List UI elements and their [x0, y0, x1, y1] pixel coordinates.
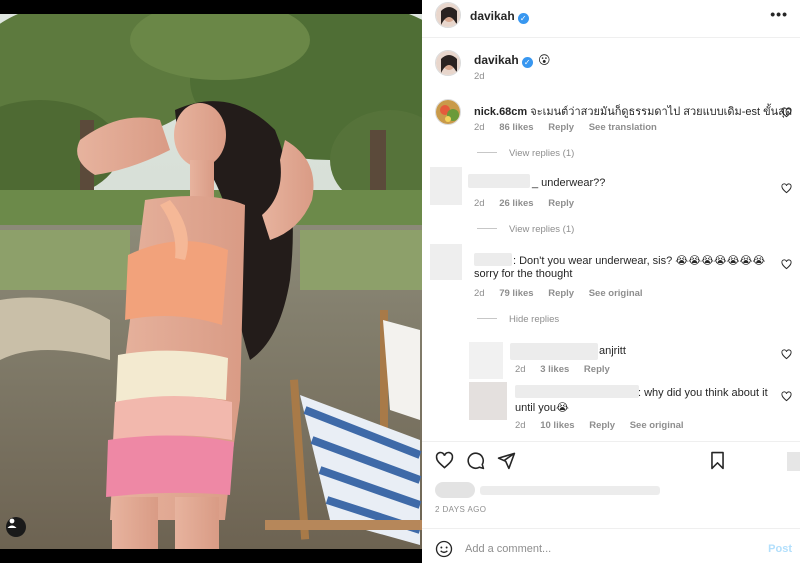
- reply-age: 2d: [515, 364, 526, 375]
- reply-avatar[interactable]: [469, 342, 503, 379]
- reply-button[interactable]: Reply: [548, 122, 574, 133]
- comment-text: nick.68cm จะเมนต์ว่าสวยมันก็ดูธรรมดาไป ส…: [474, 102, 792, 120]
- see-translation-link[interactable]: See translation: [589, 122, 657, 133]
- comment-age: 2d: [474, 198, 485, 209]
- comment-age: 2d: [474, 288, 485, 299]
- reply-body: : why did you think about it: [638, 387, 768, 399]
- see-original-link[interactable]: See original: [630, 420, 684, 431]
- heart-icon[interactable]: [781, 107, 792, 118]
- redacted-username: [515, 385, 639, 398]
- reply-age: 2d: [515, 420, 526, 431]
- comment-avatar[interactable]: [435, 99, 461, 125]
- redacted-username: [468, 174, 530, 188]
- verified-badge-icon: ✓: [521, 57, 533, 68]
- verified-badge-icon: ✓: [517, 13, 529, 24]
- reply-avatar[interactable]: [469, 382, 507, 420]
- redacted-username: [510, 343, 598, 360]
- heart-icon[interactable]: [781, 349, 792, 360]
- caption-text: 😮: [538, 53, 551, 67]
- view-replies-link[interactable]: View replies (1): [477, 148, 574, 159]
- liked-by-text-redacted: [480, 486, 660, 495]
- author-avatar[interactable]: [435, 2, 461, 28]
- comment-age: 2d: [474, 122, 485, 133]
- redacted-username: [474, 253, 512, 266]
- reply-likes[interactable]: 10 likes: [540, 420, 574, 431]
- liker-avatars: [435, 482, 475, 498]
- caption-username[interactable]: davikah: [474, 53, 519, 67]
- heart-icon[interactable]: [435, 451, 454, 470]
- post-actions: [422, 441, 800, 478]
- caption-avatar[interactable]: [435, 50, 461, 76]
- comment-avatar[interactable]: [430, 167, 462, 205]
- reply-button[interactable]: Reply: [589, 420, 615, 431]
- comment-body: จะเมนต์ว่าสวยมันก็ดูธรรมดาไป สวยแบบเดิม-…: [530, 106, 793, 118]
- add-comment-input[interactable]: Add a comment...: [465, 543, 551, 555]
- reply-likes[interactable]: 3 likes: [540, 364, 569, 375]
- post-photo[interactable]: [0, 0, 422, 563]
- heart-icon[interactable]: [781, 183, 792, 194]
- reply-meta: 2d 3 likes Reply: [515, 364, 622, 375]
- reply-button[interactable]: Reply: [584, 364, 610, 375]
- add-comment-bar: Add a comment... Post: [422, 528, 800, 563]
- liked-by-row[interactable]: [435, 480, 735, 500]
- reply-body: anjritt: [599, 345, 626, 357]
- comment-meta: 2d 79 likes Reply See original: [474, 288, 655, 299]
- tagged-user-button[interactable]: [6, 517, 26, 537]
- comment-body: : Don't you wear underwear, sis? 😭😭😭😭😭😭😭: [513, 255, 766, 267]
- author-username-text[interactable]: davikah: [470, 9, 515, 23]
- emoji-icon[interactable]: [435, 540, 453, 558]
- reply-body-line2: until you😭: [515, 402, 569, 414]
- reply-meta: 2d 10 likes Reply See original: [515, 420, 696, 431]
- comment-body-line2: sorry for the thought: [474, 268, 573, 280]
- scroll-edge: [787, 452, 800, 471]
- hide-replies-link[interactable]: Hide replies: [477, 314, 559, 325]
- more-options-icon[interactable]: •••: [770, 6, 788, 22]
- comment-likes[interactable]: 79 likes: [499, 288, 533, 299]
- heart-icon[interactable]: [781, 391, 792, 402]
- comment-meta: 2d 26 likes Reply: [474, 198, 586, 209]
- comment-icon[interactable]: [466, 451, 485, 470]
- post-comment-button[interactable]: Post: [768, 543, 792, 555]
- comment-likes[interactable]: 86 likes: [499, 122, 533, 133]
- comment-likes[interactable]: 26 likes: [499, 198, 533, 209]
- comment-meta: 2d 86 likes Reply See translation: [474, 122, 669, 133]
- post-sidebar: davikah ✓ ••• davikah ✓ 😮 2d nick.68cm จะเ…: [422, 0, 800, 563]
- reply-button[interactable]: Reply: [548, 288, 574, 299]
- post-header: davikah ✓ •••: [422, 0, 800, 38]
- view-replies-link[interactable]: View replies (1): [477, 224, 574, 235]
- comment-username[interactable]: nick.68cm: [474, 106, 527, 118]
- see-original-link[interactable]: See original: [589, 288, 643, 299]
- author-username[interactable]: davikah ✓: [470, 9, 529, 24]
- share-icon[interactable]: [497, 451, 516, 470]
- caption-age: 2d: [474, 71, 485, 82]
- person-icon: [7, 518, 17, 528]
- comment-body: _ underwear??: [532, 177, 606, 189]
- post-date: 2 DAYS AGO: [435, 505, 487, 514]
- reply-button[interactable]: Reply: [548, 198, 574, 209]
- comment-avatar[interactable]: [430, 244, 462, 280]
- heart-icon[interactable]: [781, 259, 792, 270]
- bookmark-icon[interactable]: [709, 451, 726, 470]
- post-photo-image: [0, 0, 422, 563]
- caption: davikah ✓ 😮: [474, 53, 551, 68]
